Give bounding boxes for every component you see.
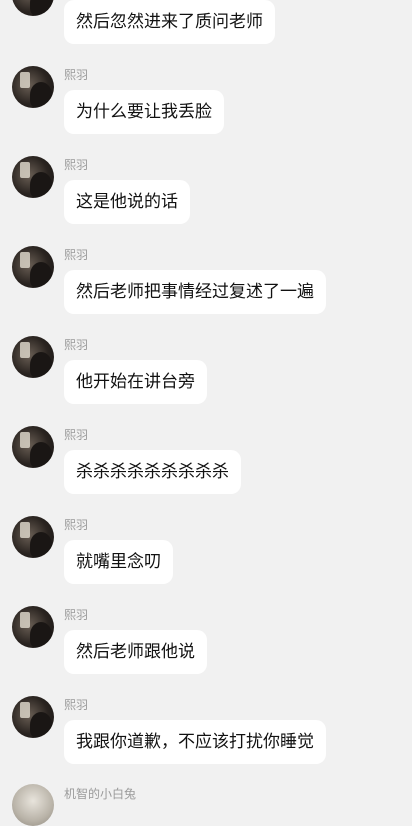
message-bubble[interactable]: 然后老师把事情经过复述了一遍 xyxy=(64,270,326,314)
avatar[interactable] xyxy=(12,66,54,108)
sender-name: 熙羽 xyxy=(64,698,89,712)
avatar[interactable] xyxy=(12,516,54,558)
avatar[interactable] xyxy=(12,336,54,378)
avatar[interactable] xyxy=(12,426,54,468)
sender-name: 熙羽 xyxy=(64,608,89,622)
message-bubble[interactable]: 然后忽然进来了质问老师 xyxy=(64,0,275,44)
sender-name: 熙羽 xyxy=(64,68,89,82)
avatar[interactable] xyxy=(12,0,54,16)
avatar[interactable] xyxy=(12,696,54,738)
avatar[interactable] xyxy=(12,246,54,288)
message-bubble[interactable]: 这是他说的话 xyxy=(64,180,190,224)
message-bubble[interactable]: 他开始在讲台旁 xyxy=(64,360,207,404)
sender-name: 熙羽 xyxy=(64,158,89,172)
message-bubble[interactable]: 杀杀杀杀杀杀杀杀杀 xyxy=(64,450,241,494)
message-bubble[interactable]: 为什么要让我丢脸 xyxy=(64,90,224,134)
avatar[interactable] xyxy=(12,784,54,826)
sender-name: 熙羽 xyxy=(64,428,89,442)
sender-name: 机智的小白兔 xyxy=(64,787,137,801)
avatar[interactable] xyxy=(12,156,54,198)
message-bubble[interactable]: 然后老师跟他说 xyxy=(64,630,207,674)
message-bubble[interactable]: 就嘴里念叨 xyxy=(64,540,173,584)
avatar[interactable] xyxy=(12,606,54,648)
sender-name: 熙羽 xyxy=(64,338,89,352)
sender-name: 熙羽 xyxy=(64,518,89,532)
message-bubble[interactable]: 我跟你道歉，不应该打扰你睡觉 xyxy=(64,720,326,764)
sender-name: 熙羽 xyxy=(64,248,89,262)
